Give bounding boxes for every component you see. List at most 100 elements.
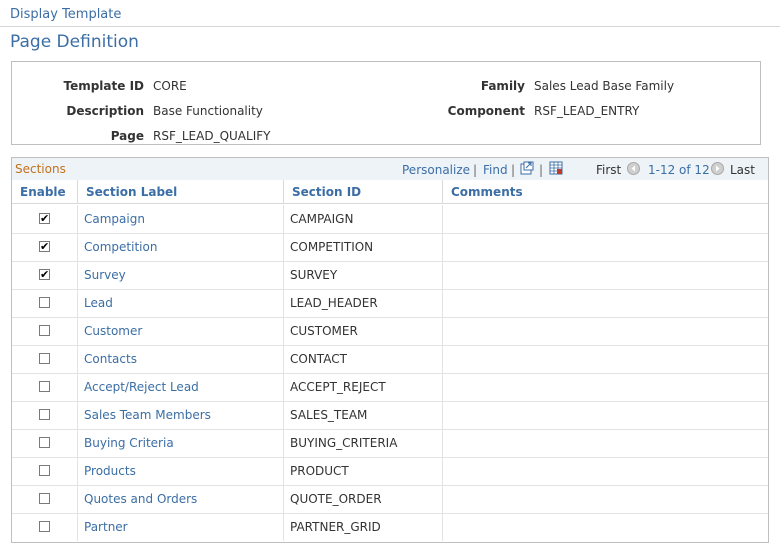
section-label-link[interactable]: Partner <box>84 520 128 534</box>
section-label-link[interactable]: Campaign <box>84 212 145 226</box>
enable-cell <box>12 513 78 541</box>
enable-checkbox[interactable] <box>39 437 50 448</box>
section-label-cell: Lead <box>78 289 284 317</box>
component-value: RSF_LEAD_ENTRY <box>534 104 640 118</box>
nav-separator: | <box>539 163 544 177</box>
section-label-cell: Sales Team Members <box>78 401 284 429</box>
download-spreadsheet-icon[interactable] <box>549 161 563 175</box>
table-row: ✔ Competition COMPETITION <box>12 233 768 262</box>
last-label: Last <box>730 163 755 177</box>
enable-cell: ✔ <box>12 233 78 261</box>
comments-cell <box>443 233 768 261</box>
comments-cell <box>443 317 768 345</box>
section-id: SURVEY <box>290 268 338 282</box>
template-info-box: Template ID CORE Description Base Functi… <box>11 61 761 145</box>
section-label-cell: Partner <box>78 513 284 541</box>
section-label-cell: Accept/Reject Lead <box>78 373 284 401</box>
enable-checkbox[interactable]: ✔ <box>39 269 50 280</box>
section-id: CUSTOMER <box>290 324 358 338</box>
component-label: Component <box>447 104 525 118</box>
enable-checkbox[interactable] <box>39 493 50 504</box>
section-id: CONTACT <box>290 352 347 366</box>
section-label-cell: Quotes and Orders <box>78 485 284 513</box>
section-label-cell: Campaign <box>78 205 284 233</box>
table-row: Sales Team Members SALES_TEAM <box>12 401 768 430</box>
table-row: ✔ Campaign CAMPAIGN <box>12 205 768 234</box>
breadcrumb[interactable]: Display Template <box>10 7 121 22</box>
enable-checkbox[interactable] <box>39 465 50 476</box>
top-bar: Display Template <box>0 0 780 27</box>
section-id-cell: BUYING_CRITERIA <box>284 429 443 457</box>
section-id-cell: PRODUCT <box>284 457 443 485</box>
view-all-icon[interactable] <box>520 161 534 175</box>
enable-checkbox[interactable] <box>39 297 50 308</box>
comments-cell <box>443 485 768 513</box>
enable-cell <box>12 401 78 429</box>
previous-arrow-icon <box>627 162 640 175</box>
section-label-link[interactable]: Customer <box>84 324 142 338</box>
enable-checkbox[interactable] <box>39 521 50 532</box>
table-row: Lead LEAD_HEADER <box>12 289 768 318</box>
table-row: Accept/Reject Lead ACCEPT_REJECT <box>12 373 768 402</box>
section-id-cell: CUSTOMER <box>284 317 443 345</box>
family-label: Family <box>480 79 525 93</box>
enable-cell <box>12 373 78 401</box>
personalize-link[interactable]: Personalize <box>402 163 470 177</box>
page-label: Page <box>110 129 144 143</box>
section-label-link[interactable]: Competition <box>84 240 157 254</box>
section-id: PARTNER_GRID <box>290 520 381 534</box>
section-label-link[interactable]: Contacts <box>84 352 137 366</box>
section-id: ACCEPT_REJECT <box>290 380 386 394</box>
enable-checkbox[interactable] <box>39 325 50 336</box>
table-row: Partner PARTNER_GRID <box>12 513 768 541</box>
page-title: Page Definition <box>10 32 139 52</box>
next-arrow-icon <box>711 162 724 175</box>
family-value: Sales Lead Base Family <box>534 79 675 93</box>
section-id-cell: COMPETITION <box>284 233 443 261</box>
enable-cell <box>12 457 78 485</box>
description-label: Description <box>66 104 144 118</box>
template-id-value: CORE <box>153 79 187 93</box>
enable-checkbox[interactable]: ✔ <box>39 213 50 224</box>
section-id-cell: SURVEY <box>284 261 443 289</box>
enable-cell <box>12 345 78 373</box>
grid-header: Sections Personalize | Find | | First 1-… <box>12 158 768 181</box>
section-id-cell: ACCEPT_REJECT <box>284 373 443 401</box>
sections-grid: Sections Personalize | Find | | First 1-… <box>11 157 769 543</box>
description-value: Base Functionality <box>153 104 263 118</box>
section-label-link[interactable]: Survey <box>84 268 126 282</box>
section-label-link[interactable]: Quotes and Orders <box>84 492 197 506</box>
enable-cell <box>12 317 78 345</box>
section-label-link[interactable]: Sales Team Members <box>84 408 211 422</box>
section-label-link[interactable]: Lead <box>84 296 113 310</box>
comments-cell <box>443 401 768 429</box>
section-label-cell: Contacts <box>78 345 284 373</box>
table-row: Products PRODUCT <box>12 457 768 486</box>
comments-cell <box>443 429 768 457</box>
template-id-label: Template ID <box>63 79 144 93</box>
section-label-cell: Buying Criteria <box>78 429 284 457</box>
enable-checkbox[interactable]: ✔ <box>39 241 50 252</box>
section-id: COMPETITION <box>290 240 374 254</box>
section-label-link[interactable]: Products <box>84 464 136 478</box>
section-label-cell: Survey <box>78 261 284 289</box>
section-id: QUOTE_ORDER <box>290 492 382 506</box>
section-id-cell: LEAD_HEADER <box>284 289 443 317</box>
enable-cell <box>12 429 78 457</box>
table-row: Contacts CONTACT <box>12 345 768 374</box>
comments-cell <box>443 261 768 289</box>
section-label-cell: Products <box>78 457 284 485</box>
comments-cell <box>443 457 768 485</box>
section-label-link[interactable]: Accept/Reject Lead <box>84 380 199 394</box>
table-row: ✔ Survey SURVEY <box>12 261 768 290</box>
enable-cell: ✔ <box>12 261 78 289</box>
find-link[interactable]: Find <box>483 163 508 177</box>
section-label-link[interactable]: Buying Criteria <box>84 436 174 450</box>
section-id-cell: CAMPAIGN <box>284 205 443 233</box>
enable-checkbox[interactable] <box>39 409 50 420</box>
enable-checkbox[interactable] <box>39 353 50 364</box>
enable-checkbox[interactable] <box>39 381 50 392</box>
section-id: SALES_TEAM <box>290 408 368 422</box>
enable-cell: ✔ <box>12 205 78 233</box>
section-id: PRODUCT <box>290 464 349 478</box>
